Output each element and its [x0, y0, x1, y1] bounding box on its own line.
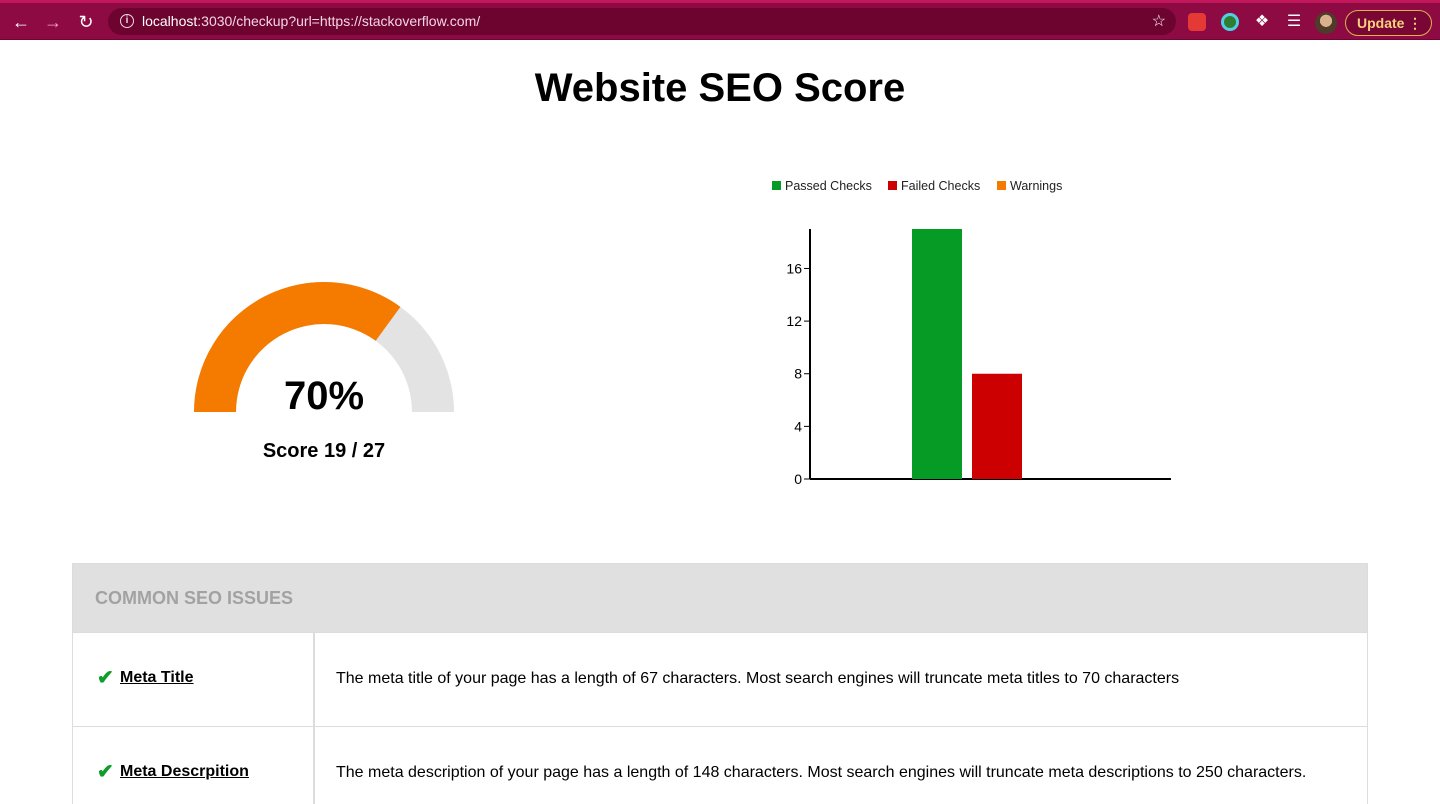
check-icon: ✔ — [97, 761, 114, 783]
address-url[interactable]: localhost:3030/checkup?url=https://stack… — [142, 13, 480, 29]
page-title: Website SEO Score — [534, 66, 906, 110]
reading-list-icon[interactable]: ☰ — [1285, 13, 1303, 31]
bookmark-star-icon[interactable]: ☆ — [1152, 11, 1166, 31]
reload-icon[interactable]: ↻ — [75, 11, 97, 33]
extension-icon[interactable] — [1188, 13, 1206, 31]
site-info-icon[interactable]: i — [120, 14, 134, 28]
address-bar[interactable]: i localhost:3030/checkup?url=https://sta… — [108, 8, 1176, 35]
legend-label: Warnings — [1010, 179, 1062, 193]
url-host: localhost — [142, 13, 198, 29]
legend-swatch — [772, 181, 781, 190]
menu-dots-icon: ⋮ — [1408, 15, 1422, 31]
extension-icon[interactable] — [1221, 13, 1239, 31]
legend-swatch — [888, 181, 897, 190]
score-count: Score 19 / 27 — [262, 440, 386, 462]
table-row: ✔ Meta Title The meta title of your page… — [73, 632, 1367, 726]
table-row: ✔ Meta Descrpition The meta description … — [73, 726, 1367, 804]
y-tick-label: 12 — [786, 313, 802, 329]
forward-icon[interactable]: → — [42, 11, 64, 33]
issue-name-cell: ✔ Meta Descrpition — [73, 727, 315, 804]
legend-swatch — [997, 181, 1006, 190]
legend-label: Passed Checks — [785, 179, 872, 193]
checks-bar-chart: Passed Checks Failed Checks Warnings 0 4 8 12 1… — [772, 179, 1171, 487]
y-tick-label: 4 — [794, 418, 802, 434]
issue-link-meta-title[interactable]: Meta Title — [120, 669, 194, 687]
update-button[interactable]: Update ⋮ — [1345, 10, 1432, 36]
update-label: Update — [1357, 15, 1405, 31]
y-tick-label: 8 — [794, 366, 802, 382]
y-tick-label: 0 — [794, 471, 802, 487]
bar — [912, 229, 962, 479]
issue-description: The meta description of your page has a … — [336, 764, 1307, 781]
url-path: :3030/checkup?url=https://stackoverflow.… — [197, 13, 481, 29]
y-tick-label: 16 — [786, 260, 802, 276]
back-icon[interactable]: ← — [10, 11, 32, 33]
bar — [972, 373, 1022, 479]
issues-header: COMMON SEO ISSUES — [73, 564, 1367, 632]
browser-toolbar: ← → ↻ i localhost:3030/checkup?url=https… — [0, 0, 1440, 40]
seo-issues-table: COMMON SEO ISSUES ✔ Meta Title The meta … — [72, 563, 1368, 804]
issue-link-meta-description[interactable]: Meta Descrpition — [120, 763, 249, 781]
check-icon: ✔ — [97, 667, 114, 689]
puzzle-icon[interactable]: ❖ — [1253, 13, 1271, 31]
score-percent: 70% — [283, 374, 365, 418]
legend-label: Failed Checks — [901, 179, 980, 193]
issue-name-cell: ✔ Meta Title — [73, 633, 315, 726]
issue-description: The meta title of your page has a length… — [336, 670, 1180, 687]
profile-avatar[interactable] — [1315, 12, 1337, 34]
